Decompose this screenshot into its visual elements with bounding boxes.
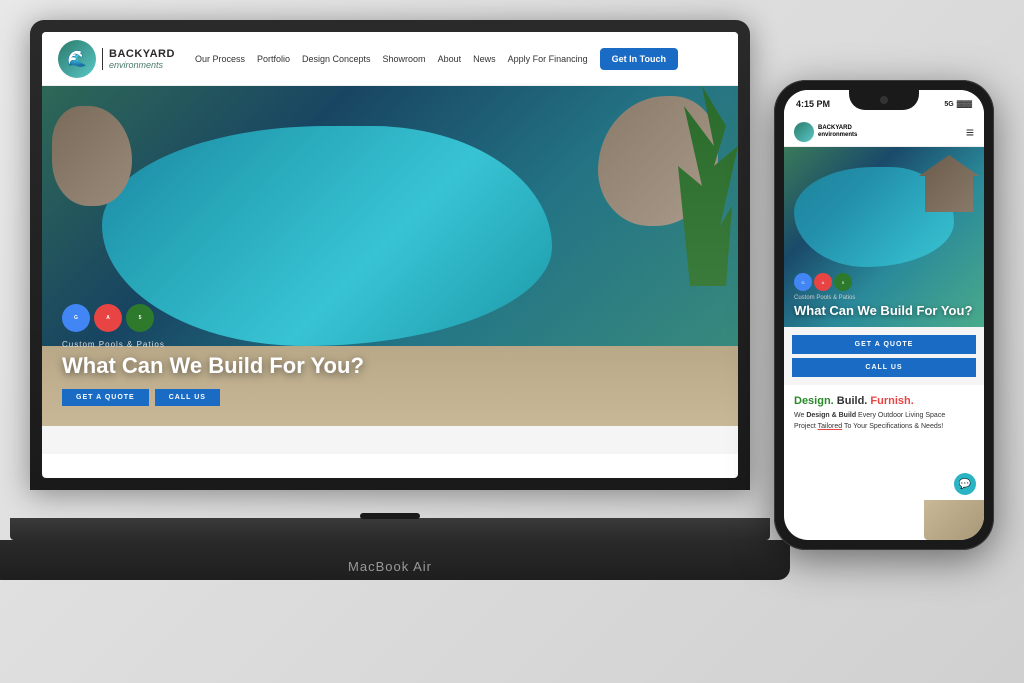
badges-row: G A 5 bbox=[62, 304, 364, 332]
phone-logo-name: BACKYARD bbox=[818, 125, 857, 132]
phone-logo-text: BACKYARD environments bbox=[818, 125, 857, 139]
phone-hero-content: G A 5 Custom Pools & Patios What Can We … bbox=[794, 273, 972, 319]
nav-cta-button[interactable]: Get In Touch bbox=[600, 48, 678, 70]
phone-get-quote-button[interactable]: GET A QUOTE bbox=[792, 335, 976, 354]
nav-item-portfolio[interactable]: Portfolio bbox=[257, 54, 290, 64]
phone-screen: 4:15 PM 5G ▓▓▓ BACKYARD environments ≡ bbox=[784, 90, 984, 540]
get-quote-button[interactable]: GET A QUOTE bbox=[62, 389, 149, 406]
phone-thumbnail bbox=[924, 500, 984, 540]
call-us-button[interactable]: CALL US bbox=[155, 389, 220, 406]
phone-design-section: Design. Build. Furnish. We Design & Buil… bbox=[784, 385, 984, 442]
nav-item-showroom[interactable]: Showroom bbox=[383, 54, 426, 64]
phone-hero-section: G A 5 Custom Pools & Patios What Can We … bbox=[784, 147, 984, 327]
badge-google: G bbox=[62, 304, 90, 332]
hero-footer bbox=[42, 426, 738, 454]
logo-area: 🌊 BACKYARD environments bbox=[58, 40, 175, 78]
laptop-base bbox=[10, 518, 770, 540]
laptop-brand-label: MacBook Air bbox=[348, 559, 432, 574]
design-section-body: We Design & Build Every Outdoor Living S… bbox=[794, 411, 974, 432]
phone-logo-sub: environments bbox=[818, 132, 857, 139]
phone-badge-angi: A bbox=[814, 273, 832, 291]
laptop-notch bbox=[360, 513, 420, 519]
design-word: Design. bbox=[794, 395, 834, 407]
badge-angi: A bbox=[94, 304, 122, 332]
nav-item-process[interactable]: Our Process bbox=[195, 54, 245, 64]
phone-hero-subtitle: Custom Pools & Patios bbox=[794, 295, 972, 301]
hero-overlay: G A 5 Custom Pools & Patios What Can We … bbox=[62, 304, 364, 406]
design-body-line2: Project Tailored To Your Specifications … bbox=[794, 422, 974, 433]
laptop-body: 🌊 BACKYARD environments Our Process Port… bbox=[30, 20, 750, 490]
nav-item-about[interactable]: About bbox=[438, 54, 462, 64]
site-header: 🌊 BACKYARD environments Our Process Port… bbox=[42, 32, 738, 86]
phone-site-header: BACKYARD environments ≡ bbox=[784, 118, 984, 147]
build-word: Build. bbox=[837, 395, 868, 407]
phone-badges-row: G A 5 bbox=[794, 273, 972, 291]
phone-body: 4:15 PM 5G ▓▓▓ BACKYARD environments ≡ bbox=[774, 80, 994, 550]
phone-pool-house bbox=[919, 152, 979, 212]
hero-subtitle: Custom Pools & Patios bbox=[62, 340, 364, 349]
phone-signal: 5G bbox=[944, 101, 953, 108]
laptop-device: 🌊 BACKYARD environments Our Process Port… bbox=[30, 20, 750, 600]
logo-icon: 🌊 bbox=[58, 40, 96, 78]
hero-section: G A 5 Custom Pools & Patios What Can We … bbox=[42, 86, 738, 426]
logo-sub: environments bbox=[109, 60, 175, 70]
phone-status-icons: 5G ▓▓▓ bbox=[944, 101, 972, 108]
phone-notch bbox=[849, 90, 919, 110]
badge-homeadvisor: 5 bbox=[126, 304, 154, 332]
hamburger-menu-icon[interactable]: ≡ bbox=[966, 124, 974, 140]
phone-hero-title: What Can We Build For You? bbox=[794, 303, 972, 319]
phone-cta-section: GET A QUOTE CALL US bbox=[784, 327, 984, 385]
design-section-title: Design. Build. Furnish. bbox=[794, 395, 974, 407]
nav-item-financing[interactable]: Apply For Financing bbox=[508, 54, 588, 64]
phone-battery: ▓▓▓ bbox=[957, 101, 972, 108]
front-camera bbox=[880, 96, 888, 104]
hero-title: What Can We Build For You? bbox=[62, 353, 364, 379]
phone-badge-google: G bbox=[794, 273, 812, 291]
furnish-word: Furnish. bbox=[870, 395, 913, 407]
nav-item-design[interactable]: Design Concepts bbox=[302, 54, 371, 64]
phone-logo-icon bbox=[794, 122, 814, 142]
phone-call-us-button[interactable]: CALL US bbox=[792, 358, 976, 377]
design-body-line1: We Design & Build Every Outdoor Living S… bbox=[794, 411, 974, 422]
main-nav: Our Process Portfolio Design Concepts Sh… bbox=[195, 48, 722, 70]
laptop-screen: 🌊 BACKYARD environments Our Process Port… bbox=[42, 32, 738, 478]
phone-device: 4:15 PM 5G ▓▓▓ BACKYARD environments ≡ bbox=[774, 80, 994, 550]
logo-name: BACKYARD bbox=[109, 48, 175, 60]
hero-buttons: GET A QUOTE CALL US bbox=[62, 389, 364, 406]
phone-time: 4:15 PM bbox=[796, 99, 830, 109]
phone-badge-ha: 5 bbox=[834, 273, 852, 291]
logo-text: BACKYARD environments bbox=[102, 48, 175, 70]
chat-button[interactable]: 💬 bbox=[954, 473, 976, 495]
phone-logo: BACKYARD environments bbox=[794, 122, 857, 142]
nav-item-news[interactable]: News bbox=[473, 54, 496, 64]
